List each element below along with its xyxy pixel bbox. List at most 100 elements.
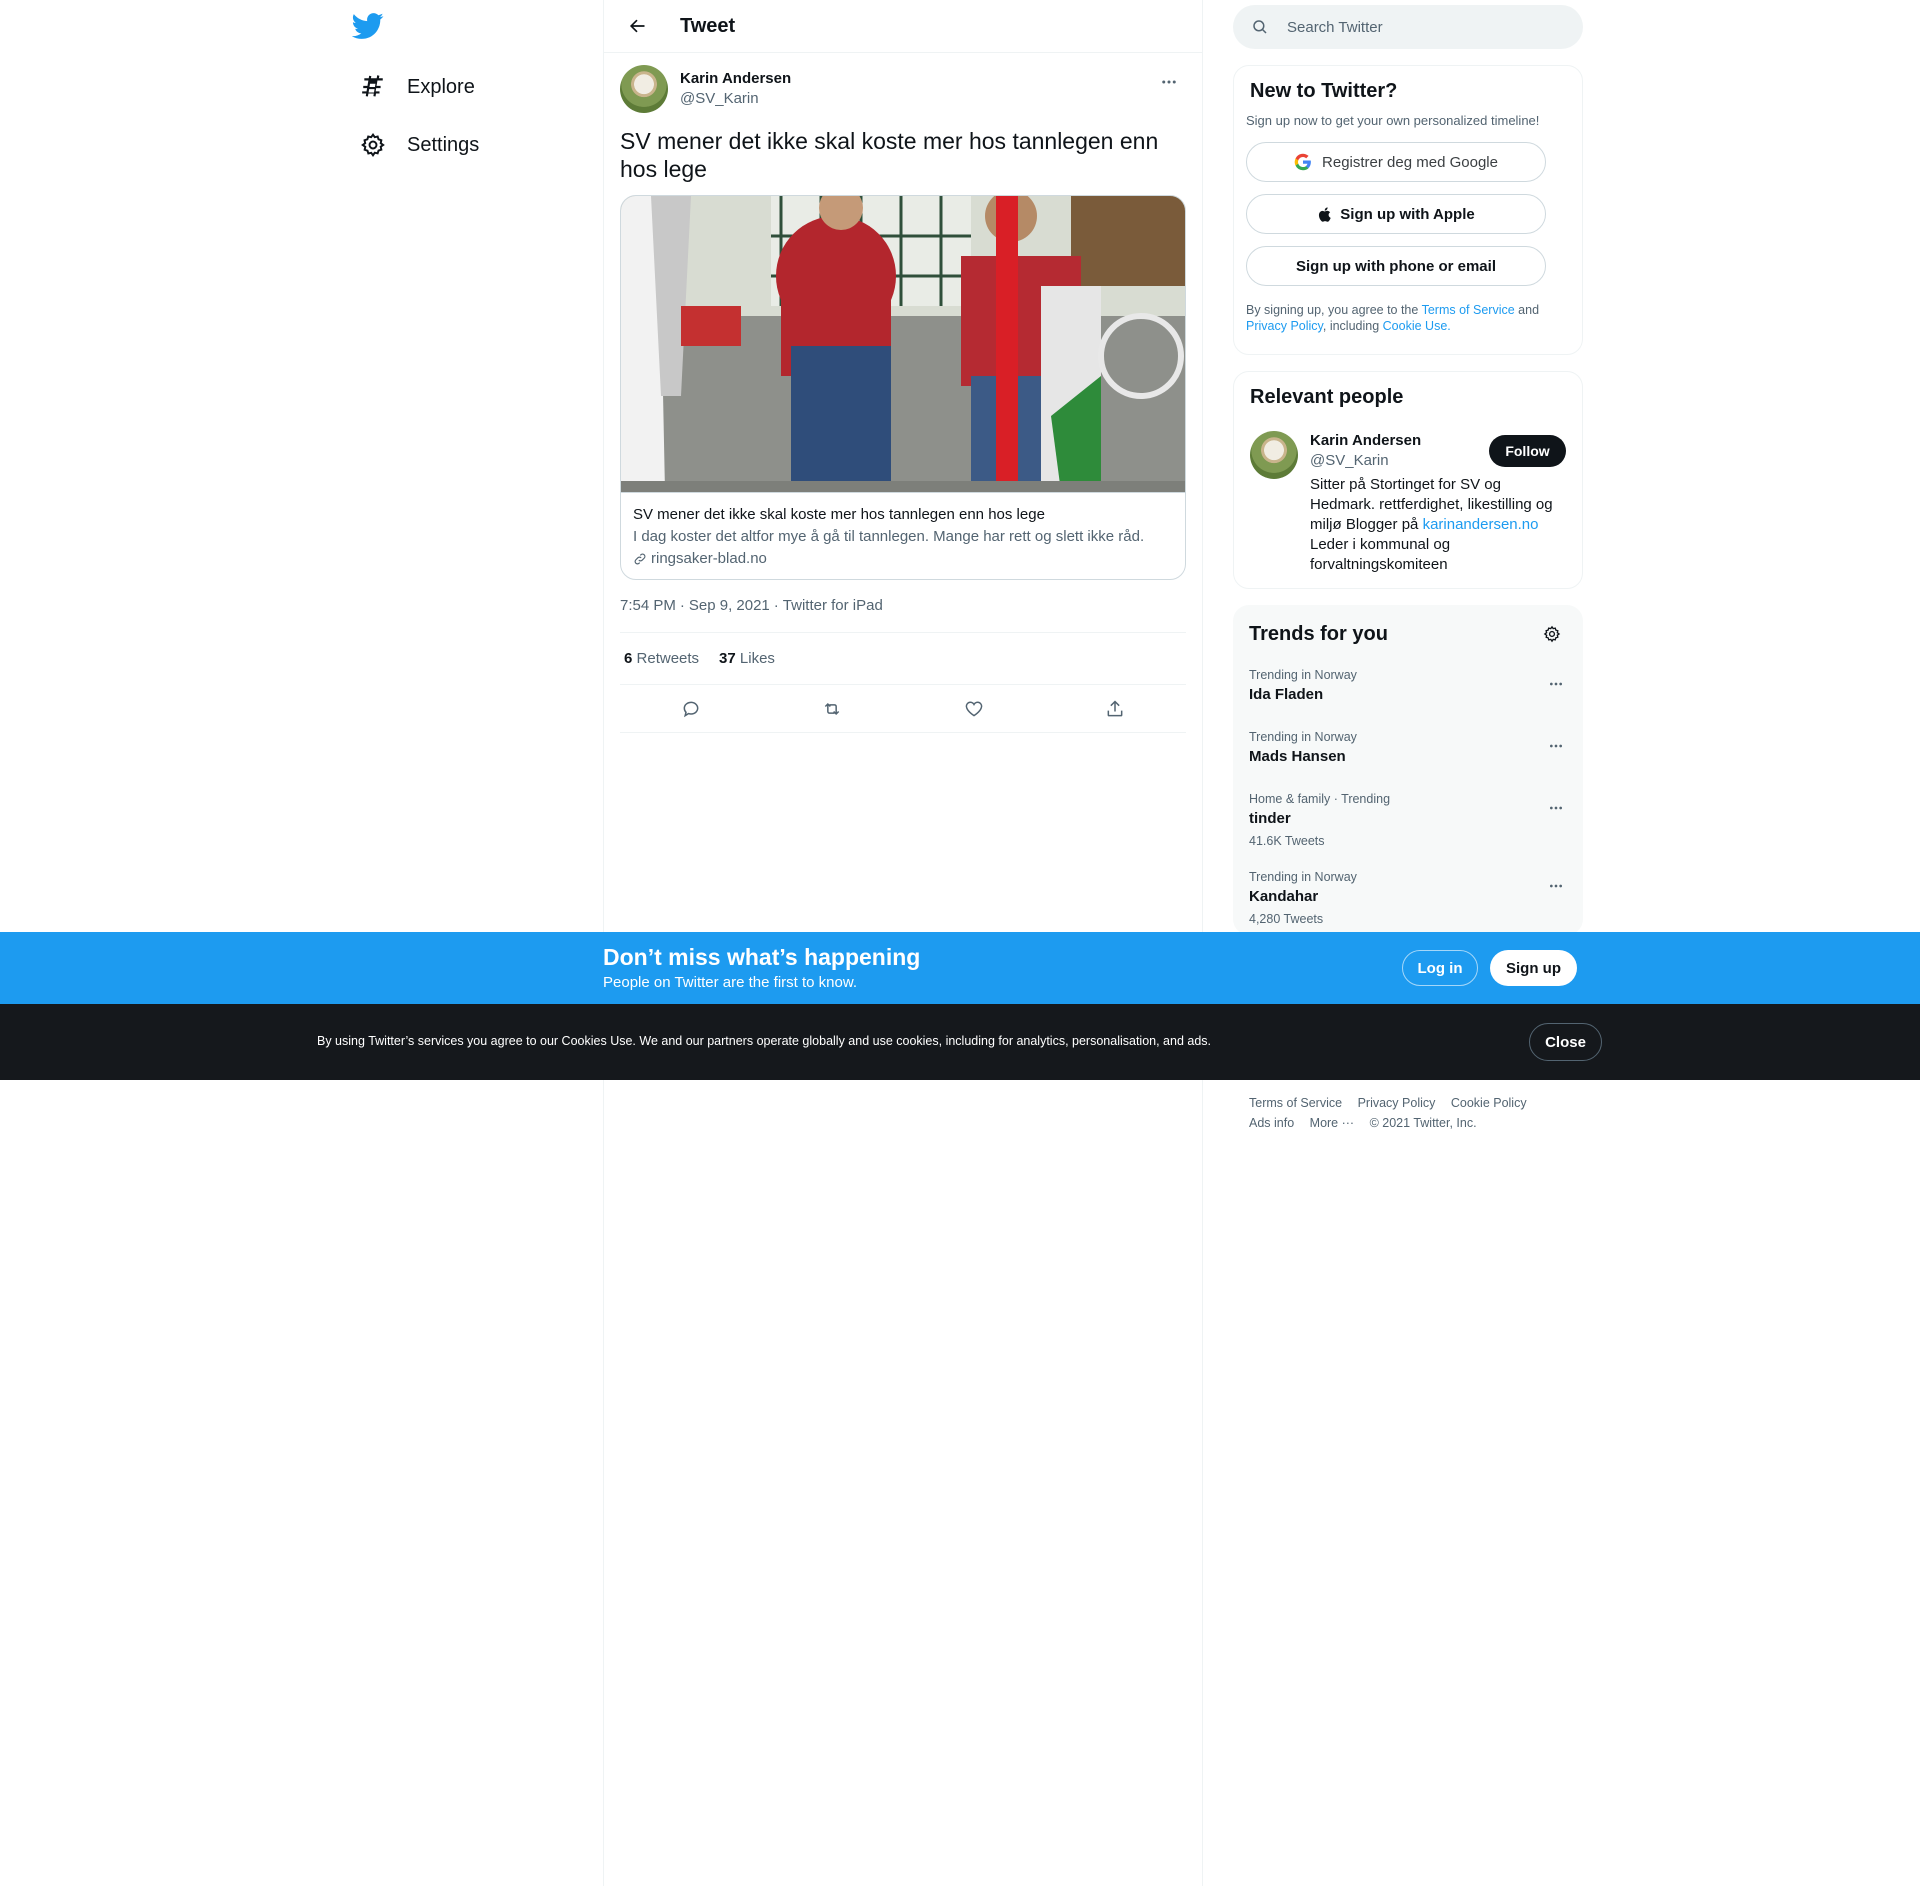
trends-settings-button[interactable] — [1537, 619, 1567, 649]
footer-cookie-link[interactable]: Cookie Policy — [1451, 1096, 1527, 1110]
signup-banner: Don’t miss what’s happening People on Tw… — [0, 932, 1920, 1004]
trend-more-button[interactable] — [1541, 871, 1571, 901]
login-button[interactable]: Log in — [1402, 950, 1478, 986]
link-card[interactable]: SV mener det ikke skal koste mer hos tan… — [620, 195, 1186, 580]
search-icon — [1253, 20, 1267, 34]
google-signup-button[interactable]: Registrer deg med Google — [1246, 142, 1546, 182]
apple-signup-button[interactable]: Sign up with Apple — [1246, 194, 1546, 234]
trend-item[interactable]: Home & family · Trending tinder 41.6K Tw… — [1249, 791, 1567, 849]
trend-name: tinder — [1249, 810, 1291, 827]
retweets-count: 6 — [624, 650, 633, 667]
trend-context: Trending in Norway — [1249, 870, 1357, 884]
tweet-author: Karin Andersen @SV_Karin — [620, 53, 1186, 113]
person-item[interactable]: Karin Andersen @SV_Karin Sitter på Stort… — [1250, 431, 1566, 575]
heart-icon — [965, 701, 983, 717]
banner-title: Don’t miss what’s happening — [603, 944, 921, 970]
card-domain: ringsaker-blad.no — [633, 549, 1173, 569]
trend-item[interactable]: Trending in Norway Mads Hansen — [1249, 729, 1567, 767]
relevant-people-panel: Relevant people Karin Andersen @SV_Karin… — [1233, 371, 1583, 589]
retweet-button[interactable] — [815, 692, 849, 726]
search-bar[interactable] — [1233, 5, 1583, 49]
footer-copyright: © 2021 Twitter, Inc. — [1369, 1116, 1477, 1130]
trend-item[interactable]: Trending in Norway Kandahar 4,280 Tweets — [1249, 869, 1567, 927]
banner-subtitle: People on Twitter are the first to know. — [603, 974, 858, 991]
search-input[interactable] — [1287, 18, 1547, 36]
google-icon — [1294, 153, 1311, 171]
footer-ads-link[interactable]: Ads info — [1249, 1116, 1294, 1130]
cookie-bar: By using Twitter’s services you agree to… — [0, 1004, 1920, 1080]
share-icon — [1107, 699, 1123, 716]
author-handle[interactable]: @SV_Karin — [680, 89, 791, 109]
bio-text-2: Leder i kommunal og forvaltningskomiteen — [1310, 536, 1451, 573]
apple-icon — [1319, 206, 1331, 222]
legal-including: , including — [1322, 319, 1380, 333]
arrow-left-icon — [629, 19, 645, 33]
back-button[interactable] — [620, 9, 654, 43]
reply-button[interactable] — [674, 692, 708, 726]
tweet-actions — [620, 685, 1186, 733]
tweet-meta: 7:54 PM · Sep 9, 2021 · Twitter for iPad — [620, 596, 883, 616]
person-bio: Sitter på Stortinget for SV og Hedmark. … — [1310, 475, 1560, 575]
phone-signup-label: Sign up with phone or email — [1295, 257, 1496, 275]
trend-context: Trending in Norway — [1249, 730, 1357, 744]
likes-label: Likes — [739, 650, 775, 667]
more-dots-icon — [1550, 744, 1562, 748]
card-title: SV mener det ikke skal koste mer hos tan… — [633, 506, 1045, 523]
legal-and: and — [1518, 303, 1540, 317]
retweets-stat[interactable]: 6 Retweets — [624, 650, 699, 667]
signup-button[interactable]: Sign up — [1490, 950, 1577, 986]
trend-more-button[interactable] — [1541, 669, 1571, 699]
likes-stat[interactable]: 37 Likes — [719, 650, 775, 667]
signup-title: New to Twitter? — [1250, 80, 1398, 102]
trend-count: 4,280 Tweets — [1249, 912, 1324, 926]
card-description: I dag koster det altfor mye å gå til tan… — [633, 528, 1145, 545]
nav-item-explore[interactable]: Explore — [349, 62, 485, 112]
nav-item-settings[interactable]: Settings — [349, 120, 489, 170]
more-dots-icon — [1550, 884, 1562, 888]
author-name[interactable]: Karin Andersen — [680, 69, 791, 89]
avatar[interactable] — [1250, 431, 1298, 479]
trends-panel: Trends for you Trending in Norway Ida Fl… — [1233, 605, 1583, 935]
follow-button[interactable]: Follow — [1489, 435, 1566, 467]
retweets-label: Retweets — [636, 650, 700, 667]
phone-signup-button[interactable]: Sign up with phone or email — [1246, 246, 1546, 286]
tweet-time[interactable]: 7:54 PM — [620, 596, 676, 616]
cookie-close-button[interactable]: Close — [1529, 1023, 1602, 1061]
trend-more-button[interactable] — [1541, 793, 1571, 823]
trend-count: 41.6K Tweets — [1249, 834, 1325, 848]
footer-terms-link[interactable]: Terms of Service — [1249, 1096, 1342, 1110]
apple-signup-label: Sign up with Apple — [1340, 205, 1475, 223]
trend-item[interactable]: Trending in Norway Ida Fladen — [1249, 667, 1567, 705]
card-image — [621, 196, 1185, 492]
trend-name: Mads Hansen — [1249, 748, 1346, 765]
retweet-icon — [825, 702, 840, 715]
footer-privacy-link[interactable]: Privacy Policy — [1358, 1096, 1436, 1110]
tweet-date[interactable]: Sep 9, 2021 — [689, 596, 770, 616]
signup-subtitle: Sign up now to get your own personalized… — [1246, 113, 1540, 128]
gear-icon — [359, 131, 387, 159]
privacy-link[interactable]: Privacy Policy — [1246, 319, 1323, 333]
trend-more-button[interactable] — [1541, 731, 1571, 761]
share-button[interactable] — [1098, 692, 1132, 726]
like-button[interactable] — [957, 692, 991, 726]
relevant-title: Relevant people — [1250, 386, 1404, 408]
signup-legal: By signing up, you agree to the Terms of… — [1246, 302, 1570, 334]
tweet: Karin Andersen @SV_Karin SV mener det ik… — [604, 53, 1202, 733]
footer-more-link[interactable]: More ··· — [1310, 1116, 1354, 1130]
more-dots-icon — [1162, 80, 1176, 84]
hashtag-icon — [359, 73, 387, 101]
tweet-source[interactable]: Twitter for iPad — [783, 596, 883, 616]
terms-link[interactable]: Terms of Service — [1422, 303, 1515, 317]
bio-link[interactable]: karinandersen.no — [1423, 516, 1539, 533]
trends-title: Trends for you — [1249, 622, 1388, 645]
cookie-link[interactable]: Cookie Use. — [1383, 319, 1451, 333]
avatar[interactable] — [620, 65, 668, 113]
cookie-text: By using Twitter’s services you agree to… — [317, 1034, 1212, 1048]
header-bar: Tweet — [604, 0, 1202, 53]
twitter-bird-icon[interactable] — [351, 10, 388, 46]
google-signup-label: Registrer deg med Google — [1322, 153, 1498, 171]
trend-context: Trending in Norway — [1249, 668, 1357, 682]
more-button[interactable] — [1152, 65, 1186, 99]
footer: Terms of Service Privacy Policy Cookie P… — [1249, 1093, 1569, 1133]
tweet-stats: 6 Retweets 37 Likes — [620, 632, 1186, 685]
